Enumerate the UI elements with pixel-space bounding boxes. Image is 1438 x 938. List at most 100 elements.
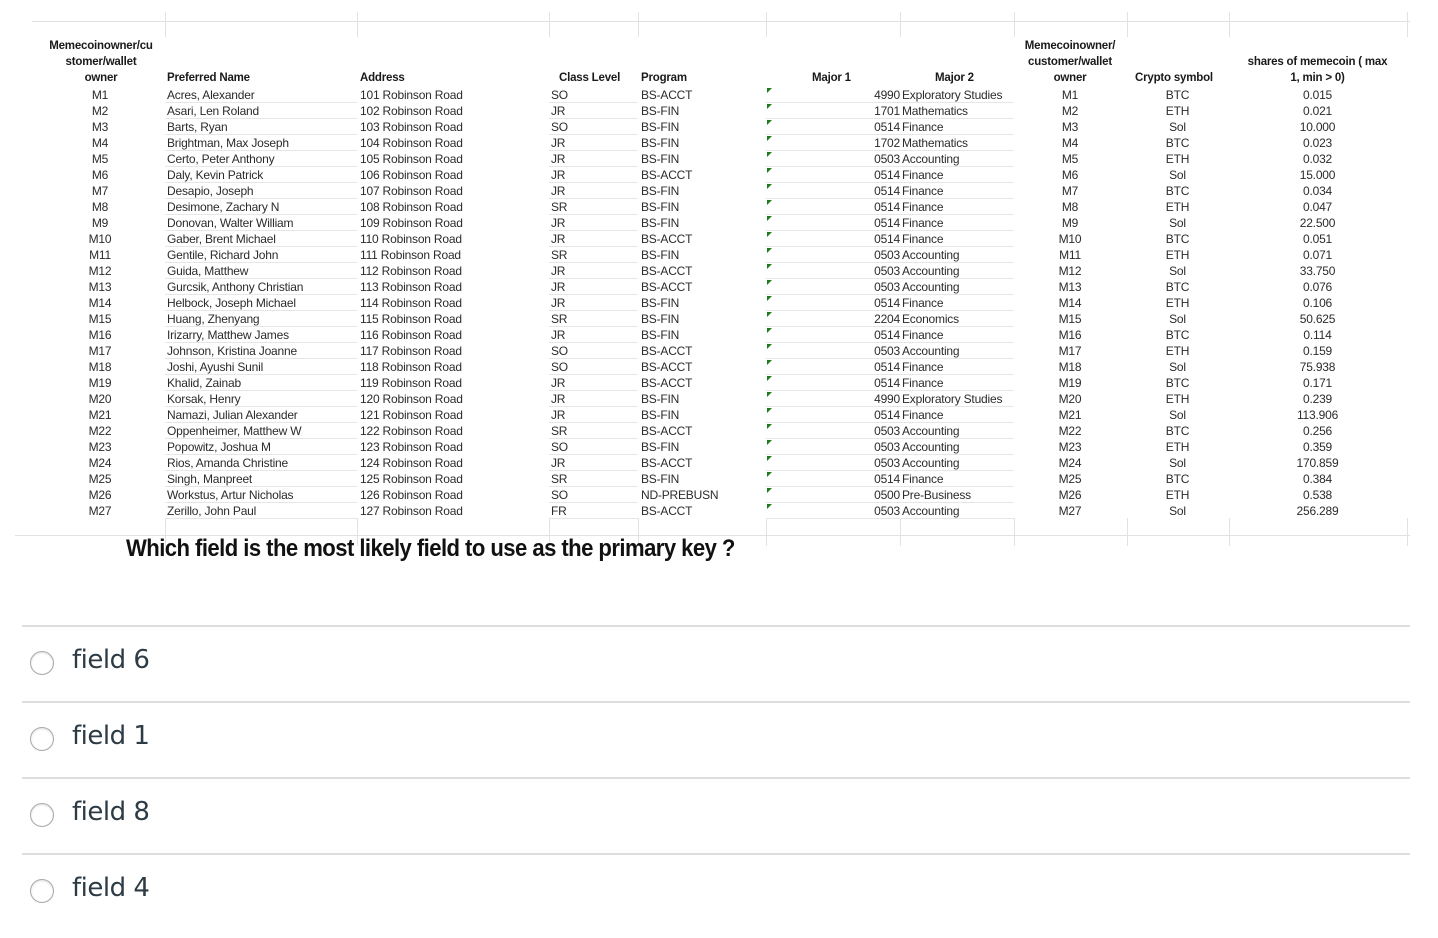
error-indicator-icon [767, 328, 772, 333]
cell-major1: 0514 [766, 375, 900, 391]
cell-owner-id: M7 [91, 184, 109, 198]
error-indicator-icon [767, 88, 772, 93]
cell-major1: 0503 [766, 439, 900, 455]
cell-shares: 0.051 [1302, 232, 1333, 246]
error-indicator-icon [767, 376, 772, 381]
cell-owner-id-2: M5 [1061, 152, 1079, 166]
question-text: Which field is the most likely field to … [126, 535, 735, 562]
column-shares: 0.015 0.021 10.000 0.023 0.032 15.000 0.034 0.0… [1280, 87, 1355, 519]
cell-class-level: JR [549, 375, 638, 391]
cell-preferred-name: Irizarry, Matthew James [165, 327, 357, 343]
cell-address: 124 Robinson Road [360, 456, 463, 470]
cell-shares: 0.159 [1302, 344, 1333, 358]
cell-program: BS-FIN [641, 104, 680, 118]
cell-major2: Accounting [900, 247, 1014, 263]
header-address: Address [360, 72, 405, 84]
cell-crypto-symbol: Sol [1169, 456, 1186, 470]
cell-preferred-name: Brightman, Max Joseph [165, 135, 357, 151]
radio-button[interactable] [30, 803, 54, 827]
cell-owner-id: M17 [88, 344, 112, 358]
cell-owner-id-2: M17 [1058, 344, 1082, 358]
cell-major2: Finance [900, 183, 1014, 199]
answer-option[interactable]: field 8 [22, 777, 1410, 853]
cell-owner-id: M21 [88, 408, 112, 422]
cell-crypto-symbol: Sol [1169, 360, 1186, 374]
cell-program: BS-FIN [641, 392, 680, 406]
cell-major2: Accounting [900, 279, 1014, 295]
cell-program: BS-ACCT [641, 280, 693, 294]
cell-class-level: JR [549, 231, 638, 247]
answer-label[interactable]: field 6 [72, 645, 150, 675]
cell-shares: 0.171 [1302, 376, 1333, 390]
column-class-level: SO JR SO JR JR JR JR SR JR JR SR JR JR JR SR JR SO SO JR JR… [549, 87, 638, 519]
cell-shares: 170.859 [1296, 456, 1339, 470]
cell-major2: Finance [900, 327, 1014, 343]
cell-owner-id: M6 [91, 168, 109, 182]
cell-shares: 0.256 [1302, 424, 1333, 438]
cell-owner-id-2: M11 [1059, 248, 1081, 262]
cell-address: 111 Robinson Road [360, 248, 461, 262]
header-line: Memecoinowner/ [1024, 40, 1116, 52]
cell-shares: 0.076 [1302, 280, 1333, 294]
error-indicator-icon [767, 264, 772, 269]
cell-address: 117 Robinson Road [360, 344, 462, 358]
cell-address: 125 Robinson Road [360, 472, 463, 486]
cell-major2: Finance [900, 359, 1014, 375]
cell-program: ND-PREBUSN [641, 488, 719, 502]
cell-major2: Mathematics [900, 135, 1014, 151]
header-program: Program [641, 72, 687, 84]
answer-option[interactable]: field 6 [22, 625, 1410, 701]
answer-label[interactable]: field 1 [72, 721, 150, 751]
cell-class-level: SO [549, 87, 638, 103]
cell-owner-id-2: M20 [1058, 392, 1082, 406]
cell-class-level: SO [549, 119, 638, 135]
cell-owner-id: M1 [91, 88, 109, 102]
cell-major2: Exploratory Studies [900, 87, 1014, 103]
cell-crypto-symbol: Sol [1169, 168, 1186, 182]
cell-program: BS-FIN [641, 184, 680, 198]
cell-address: 108 Robinson Road [360, 200, 463, 214]
answer-label[interactable]: field 8 [72, 797, 150, 827]
column-address: 101 Robinson Road 102 Robinson Road 103 Ro… [360, 87, 549, 519]
cell-class-level: SR [549, 311, 638, 327]
cell-crypto-symbol: ETH [1165, 296, 1190, 310]
cell-major1: 0500 [766, 487, 900, 503]
cell-owner-id: M22 [88, 424, 112, 438]
radio-button[interactable] [30, 727, 54, 751]
header-class-level: Class Level [559, 72, 621, 84]
cell-shares: 0.359 [1302, 440, 1333, 454]
cell-program: BS-FIN [641, 296, 680, 310]
cell-owner-id: M15 [88, 312, 112, 326]
cell-owner-id-2: M8 [1061, 200, 1079, 214]
grid-line [549, 12, 550, 37]
cell-major2: Finance [900, 375, 1014, 391]
cell-owner-id-2: M25 [1058, 472, 1082, 486]
cell-preferred-name: Donovan, Walter William [165, 215, 357, 231]
cell-major1: 0514 [766, 359, 900, 375]
cell-major1: 0514 [766, 295, 900, 311]
cell-class-level: SR [549, 423, 638, 439]
header-line: shares of memecoin ( max [1247, 56, 1388, 68]
error-indicator-icon [767, 296, 772, 301]
cell-shares: 0.239 [1302, 392, 1333, 406]
radio-button[interactable] [30, 651, 54, 675]
radio-button[interactable] [30, 879, 54, 903]
cell-shares: 75.938 [1299, 360, 1336, 374]
error-indicator-icon [767, 488, 772, 493]
answer-option[interactable]: field 4 [22, 853, 1410, 929]
cell-program: BS-ACCT [641, 168, 693, 182]
cell-major2: Finance [900, 199, 1014, 215]
answer-label[interactable]: field 4 [72, 873, 150, 903]
cell-address: 103 Robinson Road [360, 120, 463, 134]
cell-owner-id: M13 [88, 280, 112, 294]
grid-line [900, 12, 901, 37]
cell-address: 112 Robinson Road [360, 264, 462, 278]
answer-option[interactable]: field 1 [22, 701, 1410, 777]
cell-crypto-symbol: ETH [1165, 104, 1190, 118]
cell-address: 121 Robinson Road [360, 408, 463, 422]
cell-major2: Economics [900, 311, 1014, 327]
cell-major1: 0503 [766, 279, 900, 295]
cell-class-level: SO [549, 487, 638, 503]
cell-preferred-name: Namazi, Julian Alexander [165, 407, 357, 423]
cell-owner-id: M5 [91, 152, 109, 166]
